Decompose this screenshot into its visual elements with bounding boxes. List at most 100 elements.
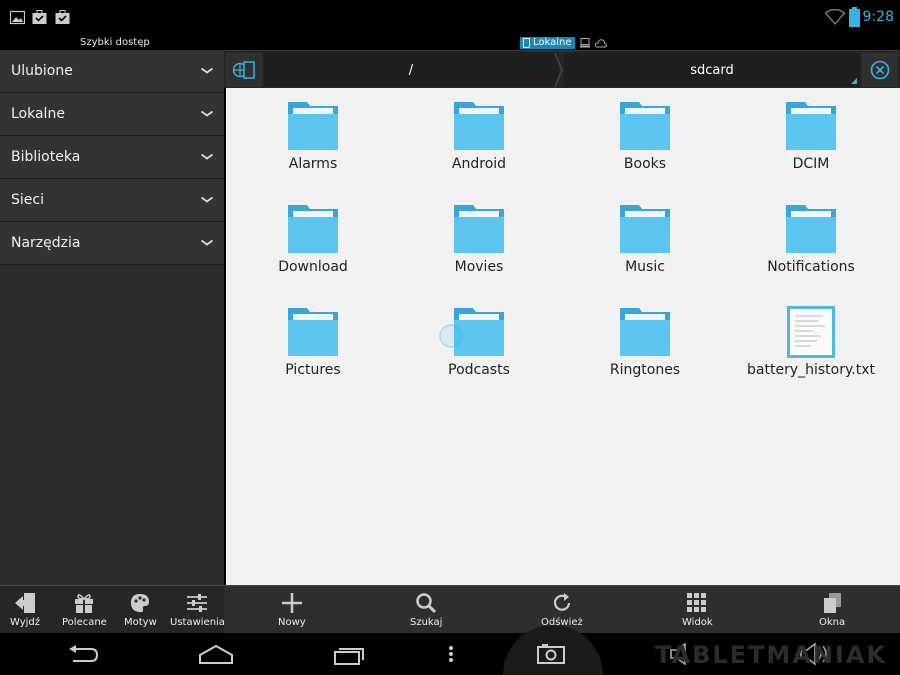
- file-name: Notifications: [767, 259, 855, 275]
- settings-label: Ustawienia: [170, 617, 225, 628]
- search-icon: [416, 593, 437, 614]
- clock: 9:28: [862, 9, 894, 25]
- refresh-icon: [553, 593, 570, 611]
- windows-label: Okna: [819, 617, 846, 628]
- windows-icon: [824, 593, 842, 613]
- file-name: battery_history.txt: [747, 362, 875, 378]
- home-button[interactable]: [199, 645, 233, 665]
- folder-icon: [783, 203, 839, 255]
- view-button[interactable]: Widok: [682, 592, 713, 628]
- file-name: Download: [278, 259, 348, 275]
- file-name: Books: [623, 156, 667, 172]
- search-button[interactable]: Szukaj: [410, 592, 442, 628]
- sliders-icon: [187, 594, 208, 612]
- folder-icon: [285, 306, 341, 358]
- tablet-icon: [523, 38, 530, 48]
- recent-apps-button[interactable]: [334, 645, 366, 665]
- path-bar: / sdcard: [224, 50, 900, 88]
- file-name: Podcasts: [448, 362, 510, 378]
- briefcase-check-icon: [32, 10, 47, 24]
- file-name: Music: [625, 259, 665, 275]
- theme-label: Motyw: [124, 617, 157, 628]
- gift-icon: [75, 594, 94, 613]
- featured-label: Polecane: [62, 617, 107, 628]
- folder-item[interactable]: Podcasts: [396, 306, 562, 409]
- file-name: Movies: [454, 259, 504, 275]
- refresh-button[interactable]: Odśwież: [541, 592, 583, 628]
- computer-icon[interactable]: [579, 38, 591, 48]
- folder-icon: [617, 100, 673, 152]
- toolbar-left: Wyjdź Polecane Motyw Ustawienia: [0, 586, 225, 634]
- file-browser: Alarms Android Books DCIM Download Movie…: [226, 88, 900, 585]
- new-button[interactable]: Nowy: [278, 592, 306, 628]
- sidebar-item-label: Lokalne: [11, 106, 65, 122]
- sidebar-item-local[interactable]: Lokalne: [0, 93, 224, 136]
- back-button[interactable]: [67, 645, 99, 665]
- sidebar-item-label: Ulubione: [11, 63, 73, 79]
- folder-item[interactable]: Books: [562, 100, 728, 203]
- file-name: Android: [451, 156, 507, 172]
- sidebar-item-tools[interactable]: Narzędzia: [0, 222, 224, 265]
- menu-dots-button[interactable]: [448, 645, 454, 663]
- file-grid: Alarms Android Books DCIM Download Movie…: [230, 100, 894, 409]
- exit-label: Wyjdź: [10, 617, 41, 628]
- sidebar: Ulubione Lokalne Biblioteka Sieci Narzęd…: [0, 50, 224, 585]
- folder-item[interactable]: Notifications: [728, 203, 894, 306]
- battery-icon: [849, 7, 860, 27]
- new-label: Nowy: [278, 617, 306, 628]
- location-tab-local[interactable]: Lokalne: [520, 37, 575, 49]
- sidebar-item-label: Narzędzia: [11, 235, 81, 251]
- file-name: Alarms: [288, 156, 338, 172]
- folder-item[interactable]: Download: [230, 203, 396, 306]
- sub-header: Szybki dostęp Lokalne: [0, 36, 900, 50]
- image-icon: [10, 10, 25, 25]
- quick-access-title: Szybki dostęp: [80, 37, 150, 48]
- sidebar-item-networks[interactable]: Sieci: [0, 179, 224, 222]
- cloud-icon[interactable]: [594, 38, 607, 48]
- sidebar-item-library[interactable]: Biblioteka: [0, 136, 224, 179]
- folder-item[interactable]: DCIM: [728, 100, 894, 203]
- path-segment-label: /: [408, 62, 414, 78]
- storage-toggle-button[interactable]: [226, 53, 262, 87]
- exit-button[interactable]: Wyjdź: [10, 592, 40, 628]
- sidebar-item-favorites[interactable]: Ulubione: [0, 50, 224, 93]
- close-path-button[interactable]: [862, 53, 898, 87]
- palette-icon: [131, 594, 150, 613]
- folder-icon: [617, 203, 673, 255]
- text-file-icon: [783, 306, 839, 358]
- path-segment-sdcard[interactable]: sdcard: [564, 53, 860, 87]
- chevron-down-icon: [201, 240, 213, 246]
- folder-item[interactable]: Android: [396, 100, 562, 203]
- folder-item[interactable]: Movies: [396, 203, 562, 306]
- screenshot-button[interactable]: [537, 644, 565, 664]
- theme-button[interactable]: Motyw: [124, 592, 157, 628]
- featured-button[interactable]: Polecane: [62, 592, 107, 628]
- path-segment-label: sdcard: [690, 62, 734, 78]
- windows-button[interactable]: Okna: [819, 592, 845, 628]
- file-item[interactable]: battery_history.txt: [728, 306, 894, 409]
- folder-icon: [451, 100, 507, 152]
- folder-icon: [451, 203, 507, 255]
- location-tabs: Lokalne: [520, 37, 607, 49]
- file-name: DCIM: [792, 156, 830, 172]
- folder-item[interactable]: Pictures: [230, 306, 396, 409]
- sidebar-item-label: Biblioteka: [11, 149, 81, 165]
- folder-icon: [617, 306, 673, 358]
- briefcase-check-icon: [55, 10, 70, 24]
- path-segment-root[interactable]: /: [264, 53, 558, 87]
- path-separator-icon: [554, 53, 563, 87]
- settings-button[interactable]: Ustawienia: [170, 592, 225, 628]
- chevron-down-icon: [201, 197, 213, 203]
- storage-book-icon: [233, 61, 255, 79]
- location-tab-label: Lokalne: [533, 37, 572, 48]
- wifi-icon: [825, 9, 845, 25]
- view-label: Widok: [682, 617, 713, 628]
- folder-item[interactable]: Ringtones: [562, 306, 728, 409]
- chevron-down-icon: [201, 68, 213, 74]
- dropdown-corner-icon: [851, 78, 857, 84]
- search-label: Szukaj: [410, 617, 443, 628]
- folder-item[interactable]: Music: [562, 203, 728, 306]
- plus-icon: [281, 593, 302, 613]
- status-bar: 9:28: [0, 0, 900, 36]
- folder-item[interactable]: Alarms: [230, 100, 396, 203]
